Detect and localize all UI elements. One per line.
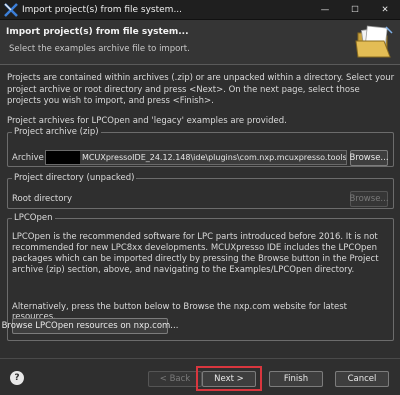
- finish-button[interactable]: Finish: [269, 371, 323, 387]
- directory-browse-button[interactable]: Browse...: [349, 191, 389, 207]
- project-archive-legend: Project archive (zip): [14, 127, 99, 137]
- next-button[interactable]: Next >: [202, 371, 256, 387]
- maximize-button[interactable]: ☐: [340, 0, 370, 20]
- browse-lpcopen-button[interactable]: Browse LPCOpen resources on nxp.com...: [2, 318, 178, 334]
- minimize-icon: —: [320, 5, 330, 15]
- back-button[interactable]: < Back: [148, 371, 202, 387]
- wizard-title: Import project(s) from file system...: [6, 27, 189, 37]
- maximize-icon: ☐: [351, 5, 359, 15]
- project-directory-group: Project directory (unpacked) Root direct…: [7, 173, 394, 209]
- description-text: Projects are contained within archives (…: [7, 73, 395, 106]
- window-title: Import project(s) from file system...: [22, 4, 183, 15]
- minimize-button[interactable]: —: [310, 0, 340, 20]
- archive-path-input[interactable]: MCUXpressoIDE_24.12.148\ide\plugins\com.…: [45, 150, 347, 165]
- cancel-button[interactable]: Cancel: [335, 371, 389, 387]
- project-archive-group: Project archive (zip) Archive MCUXpresso…: [7, 127, 394, 167]
- lpcopen-group: LPCOpen LPCOpen is the recommended softw…: [2, 213, 394, 341]
- archive-path-value: MCUXpressoIDE_24.12.148\ide\plugins\com.…: [82, 153, 347, 162]
- lpcopen-note: Project archives for LPCOpen and 'legacy…: [7, 116, 287, 126]
- project-directory-legend: Project directory (unpacked): [14, 173, 135, 183]
- wizard-header: Import project(s) from file system... Se…: [0, 20, 400, 65]
- redacted-path-segment: [46, 151, 80, 164]
- archive-browse-button[interactable]: Browse...: [349, 150, 389, 166]
- wizard-footer: ? < Back Next > Finish Cancel: [0, 358, 400, 395]
- root-directory-label: Root directory: [12, 194, 72, 204]
- lpcopen-legend: LPCOpen: [14, 213, 53, 223]
- close-icon: ✕: [381, 5, 389, 15]
- help-icon[interactable]: ?: [10, 371, 24, 385]
- wizard-subtitle: Select the examples archive file to impo…: [9, 44, 190, 54]
- close-button[interactable]: ✕: [370, 0, 400, 20]
- title-bar: Import project(s) from file system... — …: [0, 0, 400, 20]
- folder-icon: [354, 23, 394, 63]
- archive-label: Archive: [12, 153, 44, 163]
- eclipse-app-icon: [3, 1, 19, 18]
- lpcopen-description: LPCOpen is the recommended software for …: [12, 232, 379, 275]
